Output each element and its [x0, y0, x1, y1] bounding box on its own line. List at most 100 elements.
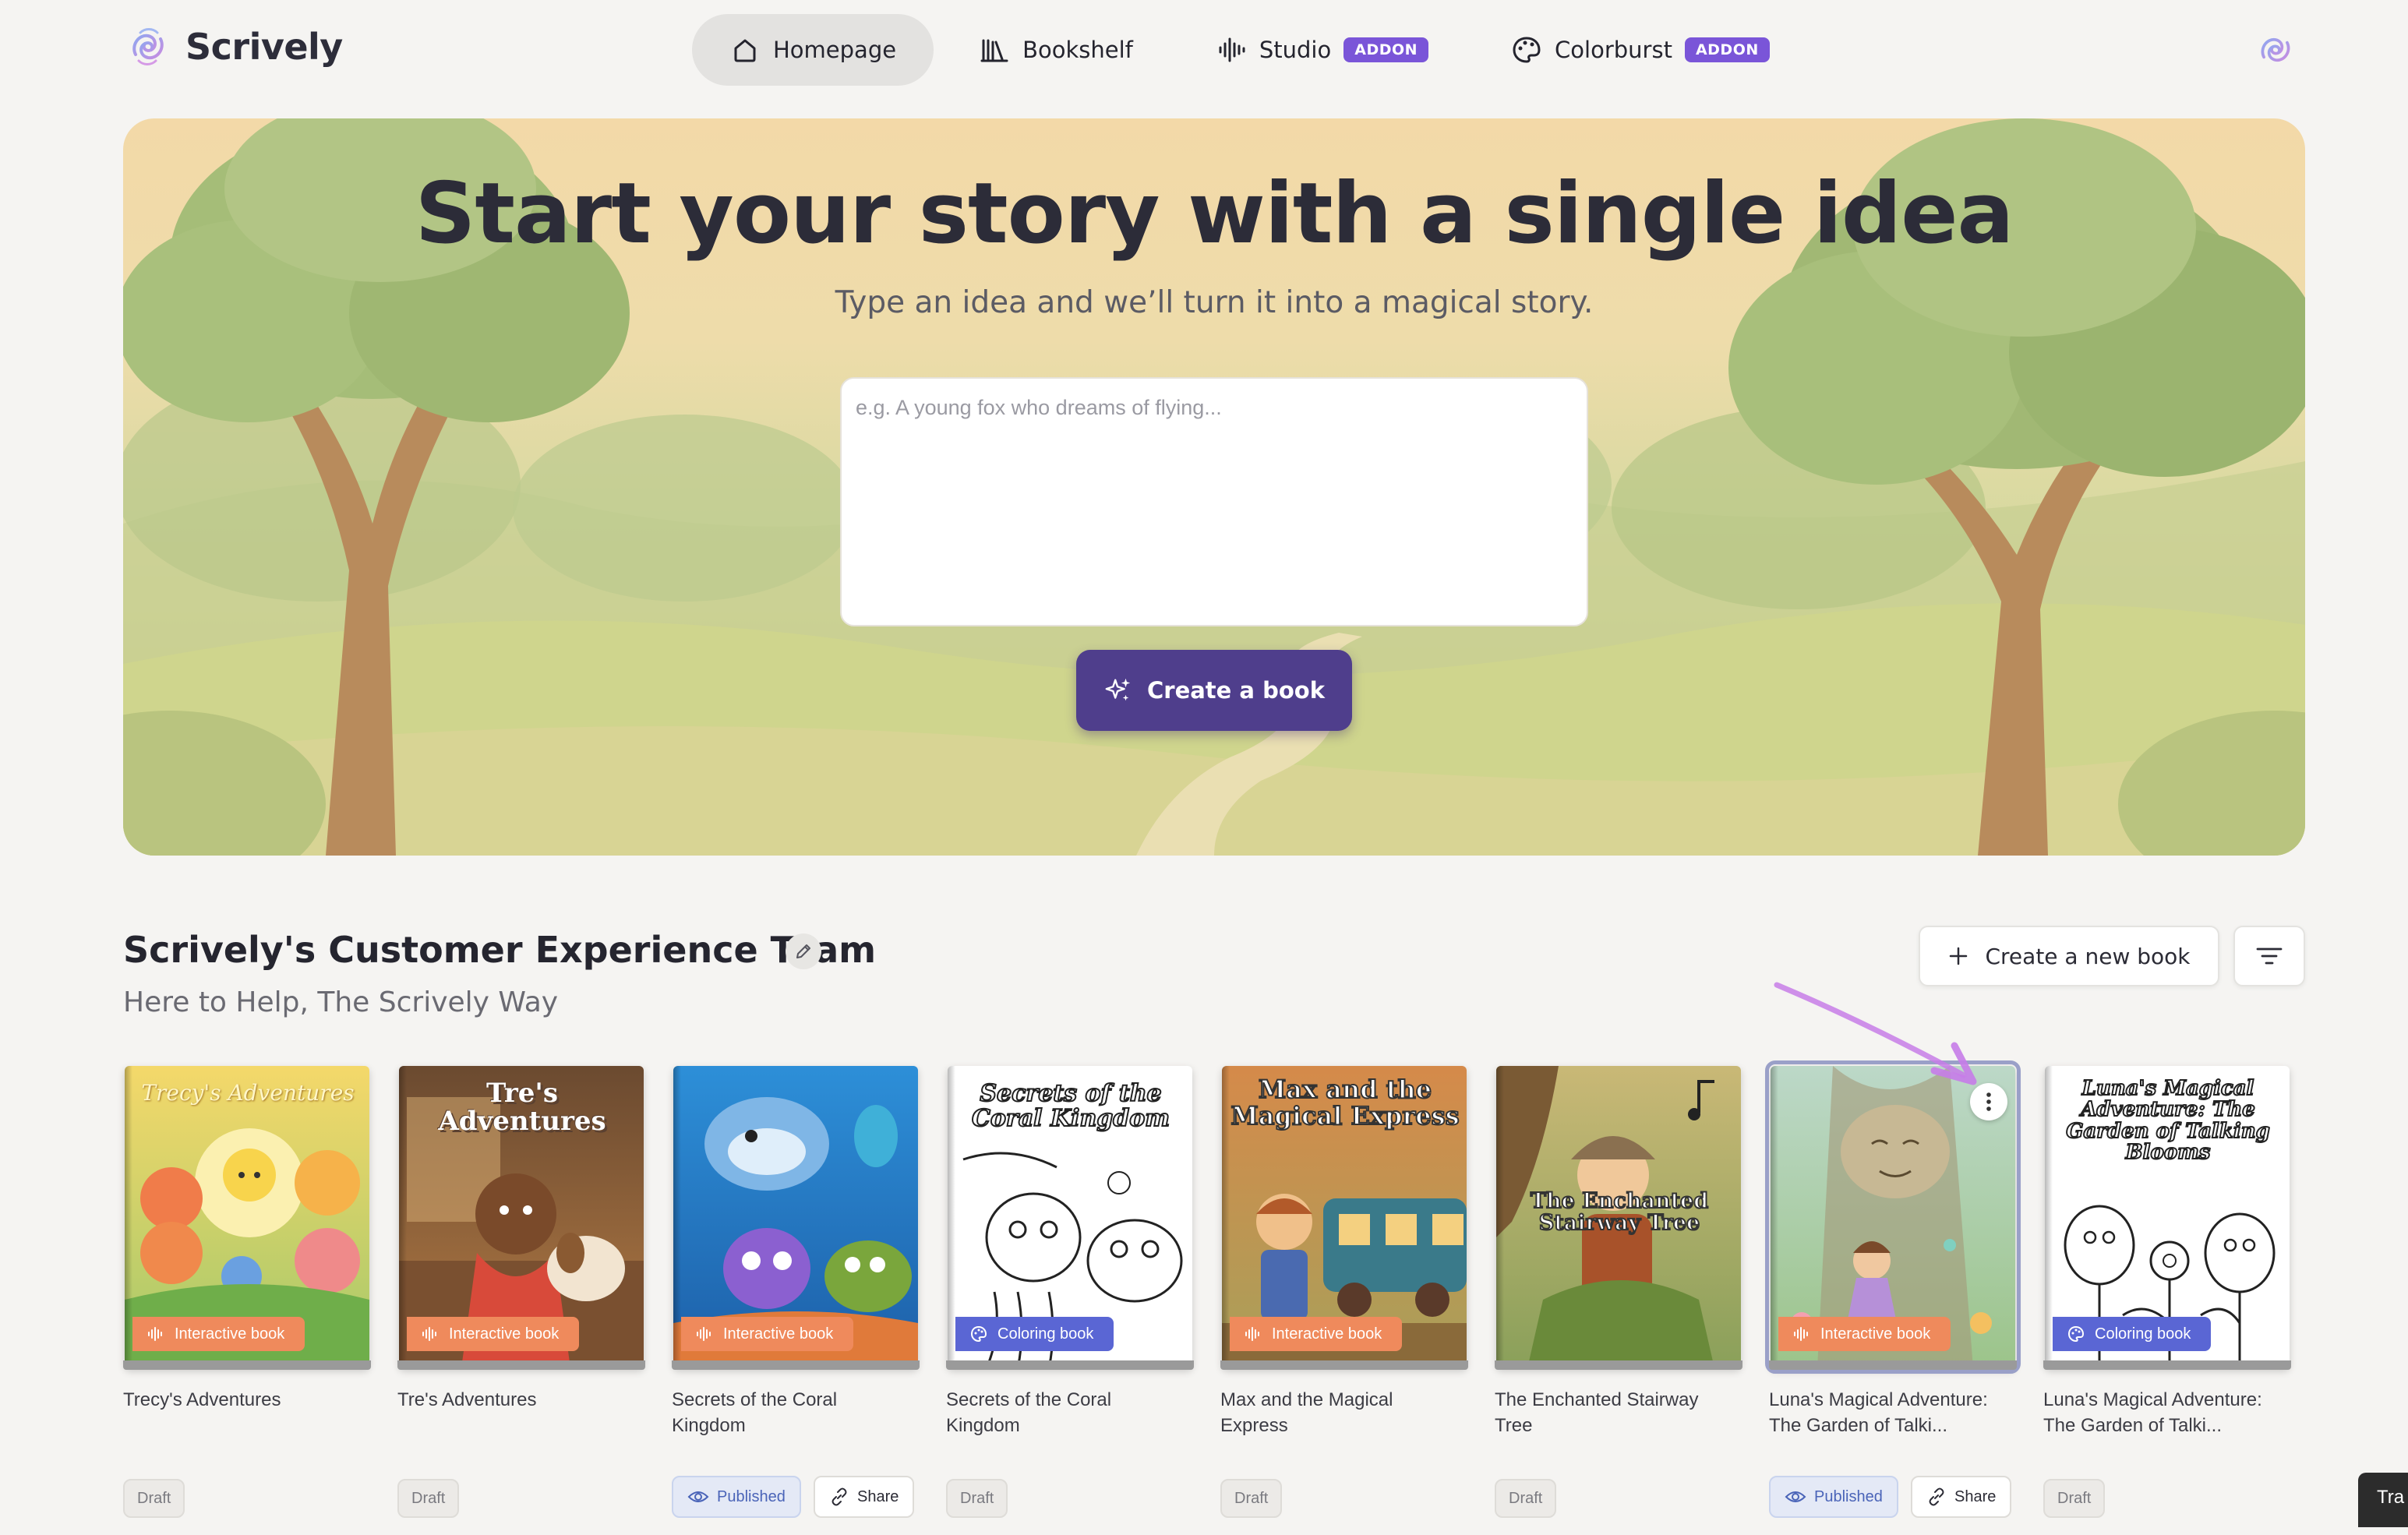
audio-wave-icon — [148, 1327, 162, 1341]
share-button[interactable]: Share — [814, 1476, 915, 1518]
cover-base — [946, 1360, 1194, 1370]
nav-item-label: Studio — [1259, 37, 1332, 63]
book-type-label: Coloring book — [2095, 1325, 2191, 1343]
filter-lines-icon — [2256, 947, 2283, 965]
cover-spine — [1496, 1066, 1504, 1368]
cover-spine — [399, 1066, 407, 1368]
audio-wave-icon — [1245, 1327, 1259, 1341]
book-cover[interactable]: Interactive book — [673, 1066, 918, 1368]
hero-banner: Start your story with a single idea Type… — [123, 118, 2305, 856]
cover-base — [1495, 1360, 1742, 1370]
translate-tab[interactable]: Tra — [2358, 1473, 2408, 1527]
interactive-book-badge: Interactive book — [132, 1317, 305, 1351]
cover-base — [1220, 1360, 1468, 1370]
book-card[interactable]: Secrets of the Coral Kingdom Coloring bo… — [946, 1064, 1194, 1535]
cover-base — [2043, 1360, 2291, 1370]
book-cover[interactable]: The Enchanted Stairway Tree — [1496, 1066, 1741, 1368]
link-icon — [832, 1487, 847, 1506]
book-grid: Trecy's Adventures Interactive book Trec… — [123, 1060, 2305, 1535]
bookshelf-icon — [980, 39, 1008, 62]
book-title[interactable]: Max and the Magical Express — [1220, 1387, 1454, 1438]
book-card[interactable]: Interactive book Luna's Magical Adventur… — [1765, 1060, 2021, 1535]
audio-wave-icon — [1219, 37, 1245, 62]
hero-title: Start your story with a single idea — [415, 165, 2014, 263]
eye-icon — [687, 1491, 709, 1502]
home-icon — [734, 39, 756, 62]
nav-item-studio[interactable]: Studio ADDON — [1178, 14, 1466, 86]
cover-spine — [673, 1066, 681, 1368]
cover-spine — [948, 1066, 955, 1368]
edit-team-button[interactable] — [786, 933, 821, 969]
book-title[interactable]: Luna's Magical Adventure: The Garden of … — [2043, 1387, 2277, 1438]
eye-icon — [1785, 1491, 1806, 1502]
translate-tab-label: Tra — [2377, 1487, 2405, 1508]
book-type-label: Coloring book — [997, 1325, 1094, 1343]
palette-icon — [970, 1325, 987, 1343]
story-idea-input[interactable] — [840, 377, 1588, 626]
nav-item-colorburst[interactable]: Colorburst ADDON — [1474, 14, 1807, 86]
audio-wave-icon — [1794, 1327, 1808, 1341]
cover-title: Trecy's Adventures — [141, 1080, 355, 1106]
interactive-book-badge: Interactive book — [1230, 1317, 1403, 1351]
book-title[interactable]: Trecy's Adventures — [123, 1387, 357, 1413]
book-type-label: Interactive book — [1272, 1325, 1382, 1343]
more-options-button[interactable] — [1970, 1083, 2007, 1120]
book-card[interactable]: Trecy's Adventures Interactive book Trec… — [123, 1064, 371, 1535]
book-title[interactable]: Secrets of the Coral Kingdom — [946, 1387, 1180, 1438]
book-type-label: Interactive book — [175, 1325, 285, 1343]
audio-wave-icon — [697, 1327, 711, 1341]
book-cover[interactable]: Tre's Adventures Interactive book — [399, 1066, 644, 1368]
cover-title: Tre's Adventures — [438, 1078, 606, 1137]
book-cover[interactable]: Trecy's Adventures Interactive book — [125, 1066, 369, 1368]
app-logo[interactable]: Scrively — [125, 23, 343, 70]
nav-item-label: Colorburst — [1555, 37, 1672, 63]
app-name: Scrively — [185, 26, 343, 68]
create-new-book-button[interactable]: Create a new book — [1919, 926, 2219, 986]
book-cover[interactable]: Luna's Magical Adventure: The Garden of … — [2045, 1066, 2290, 1368]
create-new-book-label: Create a new book — [1985, 943, 2191, 969]
palette-icon — [1513, 37, 1541, 63]
palette-icon — [2067, 1325, 2085, 1343]
filter-button[interactable] — [2233, 926, 2305, 986]
published-badge[interactable]: Published — [672, 1476, 801, 1518]
coloring-book-badge: Coloring book — [2053, 1317, 2212, 1351]
published-label: Published — [717, 1487, 786, 1505]
more-vertical-icon — [1986, 1092, 1991, 1111]
book-title[interactable]: Secrets of the Coral Kingdom — [672, 1387, 906, 1438]
book-card[interactable]: Interactive book Secrets of the Coral Ki… — [672, 1064, 920, 1535]
book-cover[interactable]: Max and the Magical Express Interactive … — [1222, 1066, 1467, 1368]
book-title[interactable]: The Enchanted Stairway Tree — [1495, 1387, 1728, 1438]
cover-spine — [2045, 1066, 2053, 1368]
top-navigation-bar: Scrively Homepage Bookshelf Studio ADDON… — [0, 0, 2408, 101]
create-book-button[interactable]: Create a book — [1076, 650, 1352, 731]
book-cover[interactable]: Secrets of the Coral Kingdom Coloring bo… — [948, 1066, 1192, 1368]
link-icon — [1929, 1487, 1944, 1506]
status-badge: Draft — [1220, 1479, 1283, 1518]
nav-item-label: Homepage — [773, 37, 897, 63]
cover-title: The Enchanted Stairway Tree — [1530, 1189, 1709, 1236]
team-section-title: Scrively's Customer Experience Team — [123, 929, 877, 971]
share-label: Share — [857, 1487, 899, 1505]
book-card[interactable]: The Enchanted Stairway Tree The Enchante… — [1495, 1064, 1742, 1535]
scrively-swirl-icon[interactable] — [2254, 28, 2297, 72]
cover-spine — [1222, 1066, 1230, 1368]
book-card[interactable]: Tre's Adventures Interactive book Tre's … — [397, 1064, 645, 1535]
book-title[interactable]: Tre's Adventures — [397, 1387, 631, 1413]
book-title[interactable]: Luna's Magical Adventure: The Garden of … — [1769, 1387, 2003, 1438]
cover-spine — [1771, 1066, 1778, 1368]
nav-item-homepage[interactable]: Homepage — [692, 14, 934, 86]
status-badge: Draft — [1495, 1479, 1557, 1518]
addon-badge: ADDON — [1343, 37, 1429, 62]
scrively-swirl-icon — [132, 28, 164, 65]
nav-item-bookshelf[interactable]: Bookshelf — [941, 14, 1170, 86]
team-section-subtitle: Here to Help, The Scrively Way — [123, 986, 559, 1018]
share-button[interactable]: Share — [1911, 1476, 2012, 1518]
book-cover[interactable]: Interactive book — [1765, 1060, 2021, 1374]
interactive-book-badge: Interactive book — [1778, 1317, 1951, 1351]
book-card[interactable]: Luna's Magical Adventure: The Garden of … — [2043, 1064, 2291, 1535]
published-badge[interactable]: Published — [1769, 1476, 1898, 1518]
cover-base — [123, 1360, 371, 1370]
book-card[interactable]: Max and the Magical Express Interactive … — [1220, 1064, 1468, 1535]
audio-wave-icon — [422, 1327, 436, 1341]
coloring-book-badge: Coloring book — [955, 1317, 1114, 1351]
